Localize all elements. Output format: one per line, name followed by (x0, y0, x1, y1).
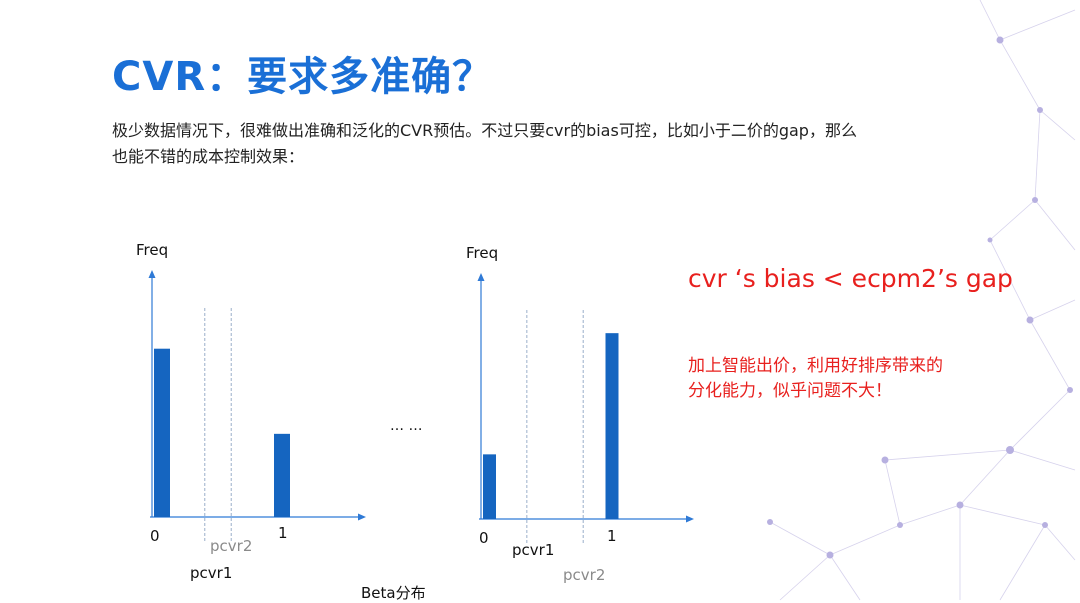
chart2-marker-pcvr2: pcvr2 (563, 566, 606, 584)
slide: CVR：要求多准确？ 极少数据情况下，很难做出准确和泛化的CVR预估。不过只要c… (0, 0, 1080, 603)
chart1-bar-0 (154, 348, 170, 517)
note-line: 分化能力，似乎问题不大！ (688, 381, 892, 401)
chart2-ylabel: Freq (466, 244, 499, 262)
chart1-bar-1 (274, 433, 290, 517)
bias-gap-formula: cvr ‘s bias < ecpm2’s gap (688, 264, 1013, 293)
chart2-xtick-1: 1 (607, 527, 617, 545)
ellipsis: … … (390, 418, 423, 434)
chart1-xtick-1: 1 (278, 524, 288, 542)
beta-distribution-charts (148, 270, 694, 543)
chart2-marker-pcvr1: pcvr1 (512, 541, 555, 559)
chart2-x-axis-arrow (686, 515, 694, 523)
note-line: 加上智能出价，利用好排序带来的 (688, 356, 943, 376)
chart-caption: Beta分布 (361, 584, 426, 602)
chart2-y-axis-arrow (477, 273, 485, 281)
chart1-xtick-0: 0 (150, 527, 160, 545)
chart2-xtick-0: 0 (479, 529, 489, 547)
conclusion-note: 加上智能出价，利用好排序带来的 分化能力，似乎问题不大！ (688, 354, 1018, 404)
chart1-marker-pcvr1: pcvr1 (190, 564, 233, 582)
chart1-ylabel: Freq (136, 241, 169, 259)
chart1-y-axis-arrow (148, 270, 156, 278)
chart1-marker-pcvr2: pcvr2 (210, 537, 253, 555)
chart1-x-axis-arrow (358, 513, 366, 521)
chart2-bar-1 (605, 333, 619, 519)
chart2-bar-0 (483, 454, 496, 519)
